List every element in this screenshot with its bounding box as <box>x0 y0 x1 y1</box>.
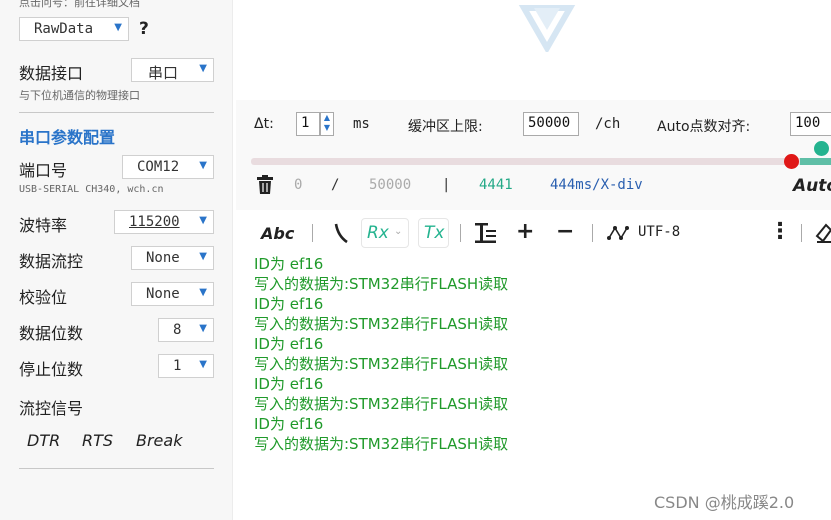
databits-select[interactable]: 8 ▼ <box>158 318 214 342</box>
terminal-line: ID为 ef16 <box>254 255 324 273</box>
encoding-icon <box>607 226 629 240</box>
mode-select-value: RawData <box>34 21 94 37</box>
app-logo-icon <box>518 4 576 52</box>
flow-label: 数据流控 <box>19 252 84 271</box>
buffer-slider-track[interactable] <box>251 158 831 165</box>
mode-select[interactable]: RawData ▼ <box>19 17 129 41</box>
buffer-input[interactable]: 50000 <box>523 112 579 136</box>
auto-align-input[interactable]: 100 <box>790 112 831 136</box>
terminal-output[interactable]: ID为 ef16 写入的数据为:STM32串行FLASH读取 ID为 ef16 … <box>254 254 814 454</box>
help-button[interactable]: ? <box>139 19 149 39</box>
baud-value: 115200 <box>129 214 180 230</box>
dt-label: Δt: <box>254 116 274 132</box>
terminal-line: 写入的数据为:STM32串行FLASH读取 <box>254 435 509 453</box>
terminal-line: ID为 ef16 <box>254 335 324 353</box>
flow-value: None <box>146 250 180 266</box>
buffer-limit: 50000 <box>369 177 412 193</box>
divider <box>19 468 214 469</box>
databits-value: 8 <box>173 322 182 338</box>
terminal-line: 写入的数据为:STM32串行FLASH读取 <box>254 355 509 373</box>
toolbar-divider <box>312 224 313 242</box>
stopbits-select[interactable]: 1 ▼ <box>158 354 214 378</box>
divider <box>19 112 214 113</box>
break-button[interactable]: Break <box>136 431 182 450</box>
text-format-icon[interactable] <box>474 222 498 244</box>
port-hint: USB-SERIAL CH340, wch.cn <box>19 184 164 195</box>
chevron-down-icon: ▼ <box>199 323 207 334</box>
toolbar-divider <box>592 224 593 242</box>
terminal-line: ID为 ef16 <box>254 295 324 313</box>
zoom-in-button[interactable]: + <box>516 219 534 244</box>
buffer-unit: /ch <box>595 116 621 132</box>
interface-value: 串口 <box>148 64 179 82</box>
slider-handle-start[interactable] <box>784 154 799 169</box>
stopbits-value: 1 <box>173 358 182 374</box>
interface-hint: 与下位机通信的物理接口 <box>19 89 140 102</box>
parity-label: 校验位 <box>19 288 68 307</box>
terminal-line: ID为 ef16 <box>254 375 324 393</box>
flow-select[interactable]: None ▼ <box>131 246 214 270</box>
parity-select[interactable]: None ▼ <box>131 282 214 306</box>
buffer-slider-fill <box>800 158 831 165</box>
dt-stepper[interactable]: ▲ ▼ <box>320 112 334 136</box>
stopbits-label: 停止位数 <box>19 360 84 379</box>
flowsig-label: 流控信号 <box>19 399 84 418</box>
parity-value: None <box>146 286 180 302</box>
terminal-line: 写入的数据为:STM32串行FLASH读取 <box>254 315 509 333</box>
port-label: 端口号 <box>19 161 68 180</box>
chevron-down-icon: ▼ <box>199 251 207 262</box>
tx-label: Tx <box>424 223 445 243</box>
chevron-down-icon: ▼ <box>199 359 207 370</box>
interface-label: 数据接口 <box>19 64 84 83</box>
slider-handle-end[interactable] <box>814 141 829 156</box>
chevron-down-icon: ▼ <box>114 22 122 33</box>
dt-input[interactable]: 1 <box>296 112 320 136</box>
chevron-down-icon: ▼ <box>199 63 207 74</box>
chevron-down-icon: ▼ <box>199 160 207 171</box>
dtr-button[interactable]: DTR <box>27 431 60 450</box>
interface-select[interactable]: 串口 ▼ <box>131 58 214 82</box>
auto-button[interactable]: Auto <box>793 176 831 196</box>
toolbar-divider <box>460 224 461 242</box>
section-title: 串口参数配置 <box>19 128 116 147</box>
chevron-down-icon: ▼ <box>199 215 207 226</box>
stat-slash: / <box>331 177 340 193</box>
time-scale: 444ms/X-div <box>550 177 643 193</box>
rts-button[interactable]: RTS <box>82 431 113 450</box>
chevron-down-icon: ⌄ <box>394 226 403 237</box>
zoom-out-button[interactable]: − <box>556 219 574 244</box>
eraser-icon[interactable] <box>814 222 831 244</box>
point-count: 4441 <box>479 177 513 193</box>
config-panel: 点击问号：前往详细文档 RawData ▼ ? 数据接口 串口 ▼ 与下位机通信… <box>0 0 233 520</box>
baud-label: 波特率 <box>19 216 68 235</box>
buffer-label: 缓冲区上限: <box>408 119 483 135</box>
chevron-down-icon: ▼ <box>199 287 207 298</box>
auto-align-label: Auto点数对齐: <box>657 119 751 135</box>
more-options-icon[interactable]: ⋮ <box>769 219 791 244</box>
abc-toggle[interactable]: Abc <box>261 224 294 248</box>
dt-unit: ms <box>353 116 370 132</box>
terminal-line: 写入的数据为:STM32串行FLASH读取 <box>254 275 509 293</box>
terminal-line: ID为 ef16 <box>254 415 324 433</box>
rx-label: Rx <box>367 223 389 243</box>
stat-divider: | <box>442 177 451 193</box>
watermark: CSDN @桃成蹊2.0 <box>654 493 795 512</box>
port-select[interactable]: COM12 ▼ <box>122 155 214 179</box>
doc-hint: 点击问号：前往详细文档 <box>19 0 140 9</box>
port-value: COM12 <box>137 159 180 175</box>
toolbar-divider <box>801 224 802 242</box>
terminal-line: 写入的数据为:STM32串行FLASH读取 <box>254 395 509 413</box>
sample-count: 0 <box>294 177 303 193</box>
rx-toggle[interactable]: Rx ⌄ <box>361 218 409 248</box>
wrap-icon[interactable] <box>333 222 349 244</box>
baud-select[interactable]: 115200 ▼ <box>114 210 214 234</box>
tx-toggle[interactable]: Tx <box>418 218 449 248</box>
encoding-select[interactable]: UTF-8 <box>638 224 680 248</box>
trash-icon[interactable] <box>256 175 274 195</box>
databits-label: 数据位数 <box>19 324 84 343</box>
